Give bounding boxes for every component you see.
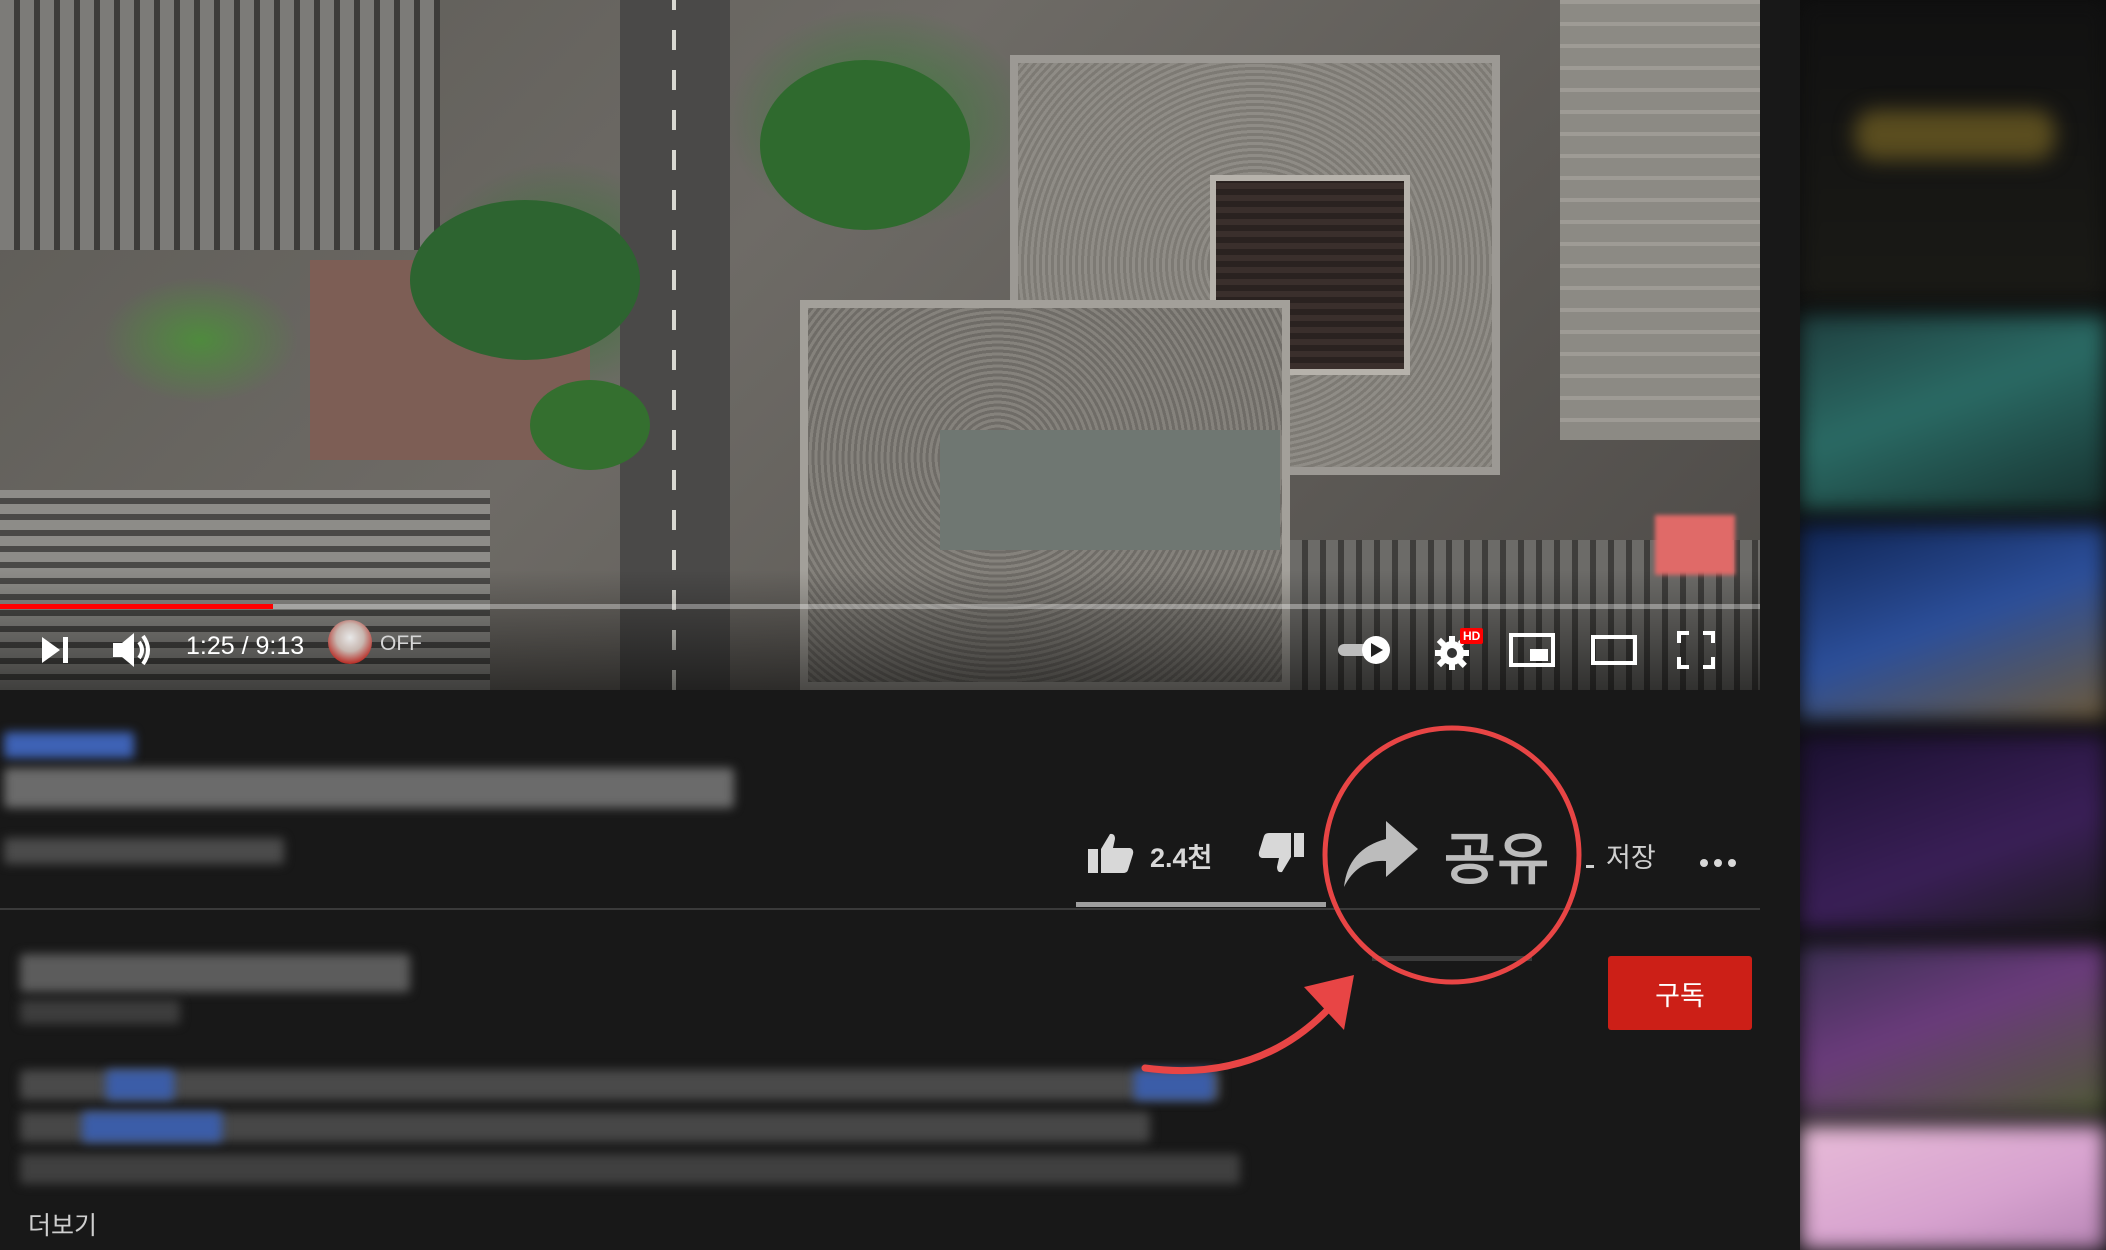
- recommended-video-thumbnail[interactable]: [1800, 735, 2106, 930]
- thumbs-down-icon: [1256, 831, 1306, 880]
- recommendations-sidebar: [1800, 0, 2106, 1250]
- next-button[interactable]: [38, 628, 72, 672]
- description-line: [20, 1070, 1220, 1100]
- share-button[interactable]: 공유: [1340, 820, 1551, 891]
- recommended-video-thumbnail[interactable]: [1800, 315, 2106, 510]
- miniplayer-button[interactable]: [1508, 628, 1556, 672]
- description-link[interactable]: [82, 1112, 222, 1142]
- subscribe-button[interactable]: 구독: [1608, 956, 1752, 1030]
- save-label: 저장: [1606, 842, 1656, 873]
- recommended-video-thumbnail[interactable]: [1800, 525, 2106, 720]
- fullscreen-button[interactable]: [1676, 628, 1716, 672]
- recommended-video-thumbnail[interactable]: [1800, 1125, 2106, 1250]
- video-frame-trees: [530, 380, 650, 470]
- fullscreen-icon: [1676, 630, 1716, 670]
- video-frame-blurred-sign: [1655, 515, 1735, 575]
- subscriber-count: [20, 1000, 180, 1024]
- progress-bar[interactable]: [0, 604, 1760, 609]
- channel-name[interactable]: [20, 954, 410, 992]
- share-underline: [1372, 956, 1532, 961]
- volume-icon: [110, 630, 154, 670]
- hd-badge: HD: [1460, 628, 1484, 644]
- youtube-watch-page: 1:25 / 9:13 OFF HD 2.4천 공유 저장 구독 더보기: [0, 0, 2106, 1250]
- miniplayer-icon: [1508, 632, 1556, 668]
- channel-watermark-avatar[interactable]: [328, 620, 372, 664]
- thumbs-up-icon: [1086, 831, 1136, 880]
- video-frame-building: [0, 0, 440, 250]
- settings-button[interactable]: HD: [1432, 628, 1484, 672]
- sidebar-chip[interactable]: [1855, 110, 2055, 160]
- show-more-button[interactable]: 더보기: [28, 1206, 97, 1242]
- like-count: 2.4천: [1150, 842, 1213, 873]
- video-frame-building: [1560, 0, 1760, 440]
- progress-bar-played: [0, 604, 273, 609]
- video-frame-trees: [760, 60, 970, 230]
- video-player[interactable]: 1:25 / 9:13 OFF HD: [0, 0, 1760, 690]
- theater-mode-button[interactable]: [1590, 628, 1638, 672]
- like-sentiment-bar: [1076, 902, 1326, 907]
- description-line: [20, 1154, 1240, 1184]
- more-horizontal-icon: [1696, 831, 1740, 880]
- autoplay-toggle[interactable]: [1336, 628, 1396, 672]
- time-display: 1:25 / 9:13: [186, 632, 305, 660]
- video-title: [4, 768, 734, 808]
- video-frame-trees: [410, 200, 640, 360]
- description-link[interactable]: [106, 1070, 174, 1100]
- share-arrow-icon: [1340, 817, 1422, 894]
- share-label: 공유: [1444, 827, 1552, 891]
- video-view-count-date: [4, 838, 284, 864]
- autoplay-toggle-icon: [1336, 633, 1396, 667]
- theater-mode-icon: [1590, 634, 1638, 666]
- controls-gradient: [0, 570, 1760, 690]
- save-button[interactable]: 저장: [1584, 820, 1656, 890]
- more-actions-button[interactable]: [1696, 820, 1740, 890]
- highlight-arrowhead: [1304, 975, 1354, 1030]
- description-link[interactable]: [1134, 1070, 1214, 1100]
- save-playlist-icon: [1584, 831, 1596, 880]
- section-divider: [0, 908, 1760, 910]
- like-button[interactable]: 2.4천: [1086, 820, 1212, 890]
- highlight-arrow: [1141, 986, 1349, 1074]
- skip-next-icon: [38, 633, 72, 667]
- video-hashtags[interactable]: [4, 732, 134, 758]
- video-frame-rooftop: [940, 430, 1280, 550]
- mute-button[interactable]: [110, 628, 154, 672]
- recommended-video-thumbnail[interactable]: [1800, 945, 2106, 1115]
- autonav-state: OFF: [380, 632, 422, 655]
- dislike-button[interactable]: [1256, 820, 1306, 890]
